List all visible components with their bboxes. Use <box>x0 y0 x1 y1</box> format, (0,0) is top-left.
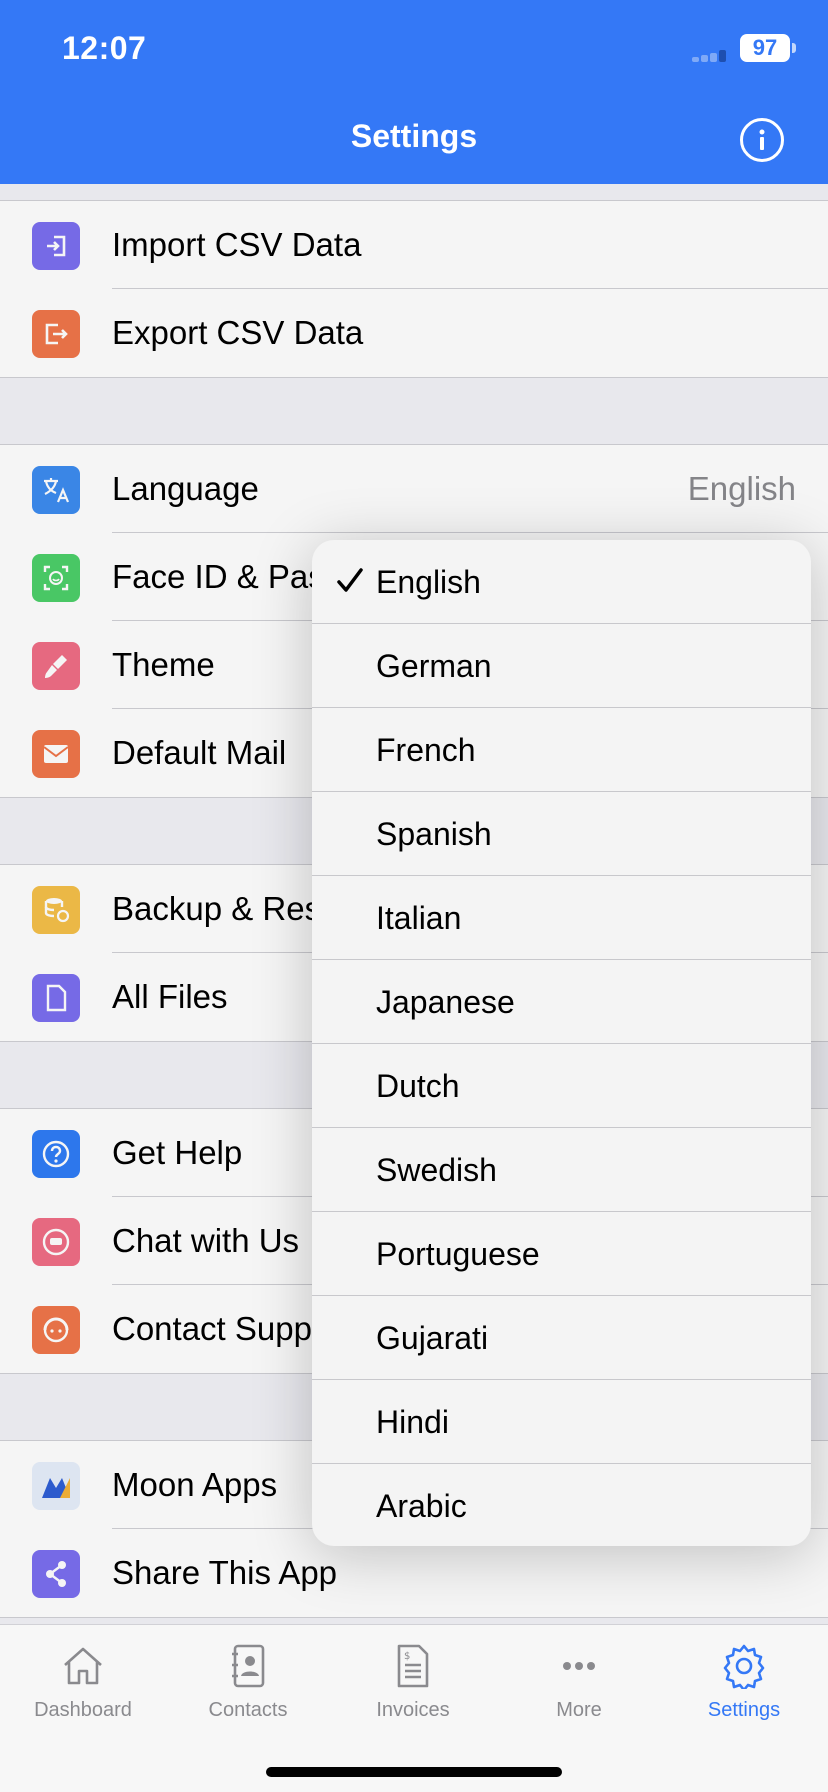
tab-invoices[interactable]: $ Invoices <box>330 1643 496 1753</box>
info-button[interactable] <box>740 118 784 162</box>
database-icon <box>32 886 80 934</box>
row-label: Get Help <box>112 1134 243 1171</box>
file-icon <box>32 974 80 1022</box>
row-label: Contact Supp <box>112 1310 312 1347</box>
row-label: Moon Apps <box>112 1466 278 1503</box>
checkmark-icon <box>337 568 363 592</box>
menu-item-swedish[interactable]: Swedish <box>312 1128 811 1212</box>
menu-item-english[interactable]: English <box>312 540 811 624</box>
tab-label: Settings <box>707 1699 781 1721</box>
info-circle-icon <box>759 129 765 150</box>
moon-apps-logo <box>32 1462 80 1510</box>
help-icon <box>32 1130 80 1178</box>
menu-item-arabic[interactable]: Arabic <box>312 1464 811 1546</box>
row-label: Default Mail <box>112 734 287 771</box>
row-label: Import CSV Data <box>112 226 362 263</box>
row-label: Export CSV Data <box>112 314 364 351</box>
invoice-icon: $ <box>397 1644 429 1688</box>
ellipsis-icon <box>563 1662 595 1670</box>
contacts-book-icon <box>232 1644 265 1688</box>
row-label: Chat with Us <box>112 1222 300 1259</box>
row-label: Face ID & Pas <box>112 558 325 595</box>
tab-bar: Dashboard Contacts $ Invoices More Setti… <box>0 1624 828 1792</box>
mail-icon <box>32 730 80 778</box>
tab-label: More <box>556 1699 602 1721</box>
menu-item-label: Japanese <box>376 984 515 1020</box>
menu-item-french[interactable]: French <box>312 708 811 792</box>
tab-label: Dashboard <box>34 1699 132 1721</box>
menu-item-spanish[interactable]: Spanish <box>312 792 811 876</box>
group-data: Import CSV Data Export CSV Data <box>0 200 828 378</box>
navigation-bar: 12:07 97 Settings <box>0 0 828 184</box>
battery-nub <box>792 43 796 53</box>
gear-icon <box>723 1644 765 1689</box>
tab-settings[interactable]: Settings <box>661 1643 827 1753</box>
menu-item-label: French <box>376 732 476 768</box>
row-export-csv[interactable]: Export CSV Data <box>0 289 828 377</box>
support-icon <box>32 1306 80 1354</box>
export-icon <box>32 310 80 358</box>
menu-item-japanese[interactable]: Japanese <box>312 960 811 1044</box>
menu-item-label: Spanish <box>376 816 492 852</box>
signal-icon <box>692 50 732 62</box>
row-label: All Files <box>112 978 228 1015</box>
brush-icon <box>32 642 80 690</box>
menu-item-label: Italian <box>376 900 462 936</box>
battery-icon: 97 <box>740 34 790 62</box>
import-icon <box>32 222 80 270</box>
page-title: Settings <box>350 118 478 154</box>
face-id-icon <box>32 554 80 602</box>
menu-item-label: German <box>376 648 492 684</box>
menu-item-gujarati[interactable]: Gujarati <box>312 1296 811 1380</box>
tab-dashboard[interactable]: Dashboard <box>0 1643 166 1753</box>
status-time: 12:07 <box>62 30 147 66</box>
tab-label: Contacts <box>208 1699 288 1721</box>
menu-item-dutch[interactable]: Dutch <box>312 1044 811 1128</box>
menu-item-label: English <box>376 564 481 600</box>
language-menu: English German French Spanish Italian Ja… <box>312 540 811 1546</box>
home-indicator <box>266 1767 562 1777</box>
chat-icon <box>32 1218 80 1266</box>
row-language[interactable]: Language English <box>0 445 828 533</box>
menu-item-portuguese[interactable]: Portuguese <box>312 1212 811 1296</box>
menu-item-label: Portuguese <box>376 1236 540 1272</box>
row-label: Share This App <box>112 1554 338 1591</box>
menu-item-hindi[interactable]: Hindi <box>312 1380 811 1464</box>
tab-contacts[interactable]: Contacts <box>165 1643 331 1753</box>
tab-more[interactable]: More <box>496 1643 662 1753</box>
svg-text:$: $ <box>404 1651 410 1662</box>
menu-item-label: Dutch <box>376 1068 460 1104</box>
menu-item-german[interactable]: German <box>312 624 811 708</box>
menu-item-label: Gujarati <box>376 1320 489 1356</box>
row-import-csv[interactable]: Import CSV Data <box>0 201 828 289</box>
menu-item-label: Swedish <box>376 1152 497 1188</box>
translate-icon <box>32 466 80 514</box>
share-icon <box>32 1550 80 1598</box>
row-label: Backup & Res <box>112 890 322 927</box>
tab-label: Invoices <box>376 1699 450 1721</box>
menu-item-label: Hindi <box>376 1404 449 1440</box>
row-label: Language <box>112 470 259 507</box>
house-icon <box>64 1647 102 1685</box>
language-value: English <box>687 470 796 507</box>
menu-item-italian[interactable]: Italian <box>312 876 811 960</box>
menu-item-label: Arabic <box>376 1488 467 1524</box>
row-label: Theme <box>112 646 215 683</box>
